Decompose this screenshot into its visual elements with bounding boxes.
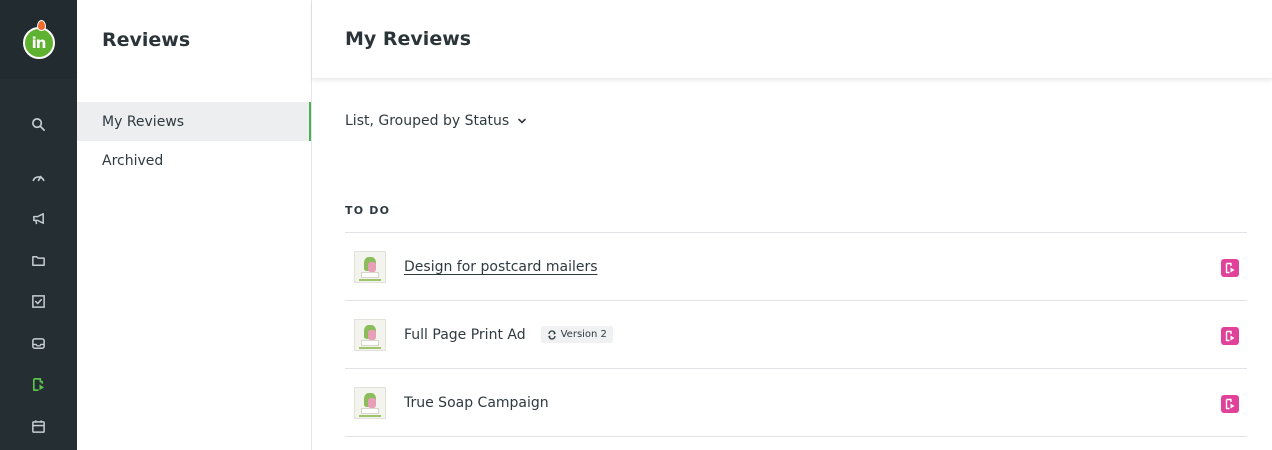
search-icon[interactable] [28,114,48,134]
review-icon [1225,398,1235,410]
view-selector-label: List, Grouped by Status [345,113,510,129]
review-icon [1225,262,1235,274]
megaphone-icon[interactable] [28,208,48,228]
list-item[interactable]: Design for postcard mailers [345,233,1247,301]
calendar-icon[interactable] [28,416,48,436]
review-title-link[interactable]: Design for postcard mailers [404,259,598,275]
sidebar-nav: My Reviews Archived [77,102,311,180]
logo-dot [36,19,46,31]
review-list: Design for postcard mailers Full Page Pr… [345,232,1247,437]
inbox-icon[interactable] [28,333,48,353]
review-title[interactable]: True Soap Campaign [404,395,549,411]
sidebar-item-my-reviews[interactable]: My Reviews [77,102,311,141]
chevron-down-icon [517,116,527,126]
reviews-sidebar: Reviews My Reviews Archived [77,0,312,450]
version-label: Version 2 [560,329,607,340]
left-rail: in [0,0,77,450]
sidebar-item-archived[interactable]: Archived [77,141,311,180]
logo-badge: in [22,19,55,59]
list-item[interactable]: True Soap Campaign [345,369,1247,437]
open-review-button[interactable] [1221,395,1239,413]
review-title[interactable]: Full Page Print Ad [404,327,526,343]
open-review-button[interactable] [1221,259,1239,277]
logo-text: in [31,33,47,52]
thumbnail-image [354,318,386,351]
review-icon[interactable] [28,374,48,394]
review-icon [1225,330,1235,342]
view-selector[interactable]: List, Grouped by Status [345,113,527,129]
thumbnail-image [354,250,386,283]
page-title: My Reviews [345,28,472,50]
thumbnail-image [354,386,386,419]
open-review-button[interactable] [1221,327,1239,345]
checkbox-icon[interactable] [28,291,48,311]
app-logo[interactable]: in [0,0,77,79]
dashboard-icon[interactable] [28,167,48,187]
version-badge[interactable]: Version 2 [540,326,613,343]
sidebar-header: Reviews [77,0,311,79]
main-content: My Reviews List, Grouped by Status TO DO… [312,0,1272,450]
sidebar-item-label: My Reviews [102,113,185,130]
refresh-icon [547,329,557,340]
sidebar-title: Reviews [102,28,191,51]
main-header: My Reviews [312,0,1272,79]
group-label: TO DO [345,204,391,217]
folder-icon[interactable] [28,250,48,270]
sidebar-item-label: Archived [102,152,164,169]
list-item[interactable]: Full Page Print Ad Version 2 [345,301,1247,369]
